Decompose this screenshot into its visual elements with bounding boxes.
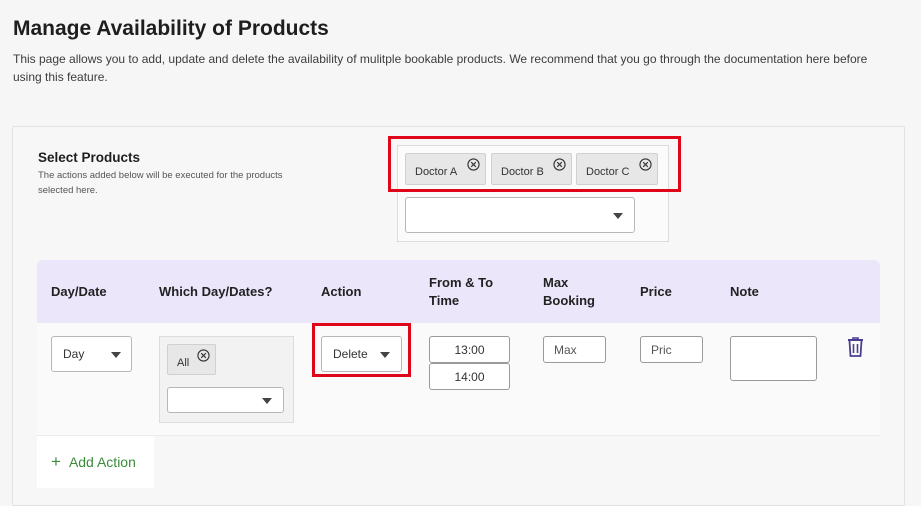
- header-action: Action: [321, 284, 362, 299]
- chevron-down-icon: [262, 398, 272, 404]
- trash-icon[interactable]: [846, 336, 865, 358]
- header-max-booking: Max Booking: [543, 274, 595, 310]
- day-chip-all: All: [167, 344, 216, 375]
- product-chip-doctor-c: Doctor C: [576, 153, 658, 185]
- chevron-down-icon: [380, 352, 390, 358]
- page-description: This page allows you to add, update and …: [13, 52, 868, 84]
- add-action-button[interactable]: + Add Action: [37, 436, 154, 488]
- action-value: Delete: [333, 347, 368, 361]
- header-note: Note: [730, 284, 759, 299]
- select-products-title: Select Products: [38, 150, 141, 165]
- remove-chip-icon[interactable]: [553, 158, 566, 171]
- from-time-input[interactable]: 13:00: [429, 336, 510, 363]
- product-chip-label: Doctor C: [586, 166, 630, 178]
- page-title: Manage Availability of Products: [13, 17, 329, 40]
- header-from-to-line1: From & To: [429, 275, 494, 290]
- product-chip-doctor-b: Doctor B: [491, 153, 572, 185]
- plus-icon: +: [51, 452, 61, 471]
- chevron-down-icon: [111, 352, 121, 358]
- max-booking-input[interactable]: Max: [543, 336, 606, 363]
- select-products-help: The actions added below will be executed…: [38, 170, 283, 196]
- header-max-line1: Max: [543, 275, 569, 290]
- header-day-date: Day/Date: [51, 284, 107, 299]
- product-chip-label: Doctor B: [501, 166, 544, 178]
- products-dropdown[interactable]: [405, 197, 635, 233]
- which-days-dropdown[interactable]: [167, 387, 284, 413]
- to-time-input[interactable]: 14:00: [429, 363, 510, 390]
- product-chip-doctor-a: Doctor A: [405, 153, 486, 185]
- remove-chip-icon[interactable]: [197, 349, 210, 362]
- header-which-days: Which Day/Dates?: [159, 284, 273, 299]
- note-textarea[interactable]: [730, 336, 817, 381]
- chevron-down-icon: [613, 213, 623, 219]
- add-action-label: Add Action: [68, 454, 136, 470]
- header-from-to-time: From & To Time: [429, 274, 493, 310]
- day-chip-label: All: [177, 356, 190, 369]
- day-date-select[interactable]: Day: [51, 336, 132, 372]
- day-date-value: Day: [63, 347, 85, 361]
- header-price: Price: [640, 284, 672, 299]
- header-from-to-line2: Time: [429, 293, 460, 308]
- product-chip-label: Doctor A: [415, 166, 458, 178]
- remove-chip-icon[interactable]: [467, 158, 480, 171]
- remove-chip-icon[interactable]: [639, 158, 652, 171]
- price-input[interactable]: Pric: [640, 336, 703, 363]
- header-max-line2: Booking: [543, 293, 595, 308]
- action-select[interactable]: Delete: [321, 336, 402, 372]
